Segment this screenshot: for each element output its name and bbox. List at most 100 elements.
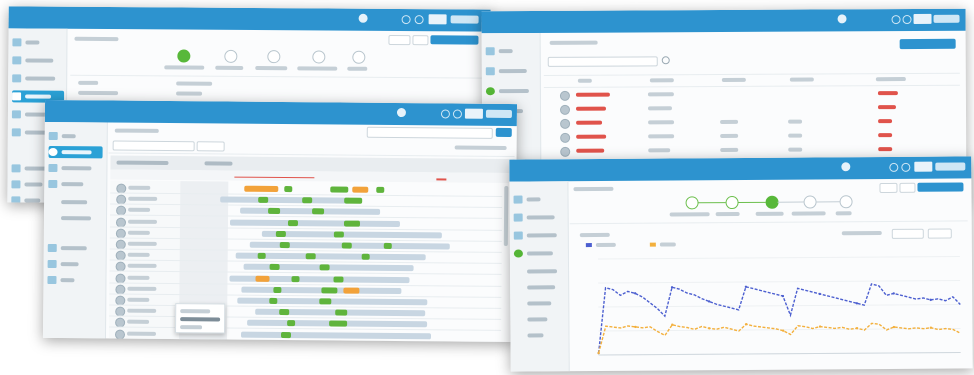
filter-input[interactable] xyxy=(547,56,658,67)
task-green-bar[interactable] xyxy=(321,287,338,294)
record-name[interactable] xyxy=(576,120,603,125)
range-toggle[interactable] xyxy=(891,228,924,239)
sidebar-item[interactable] xyxy=(47,274,101,286)
search-icon[interactable] xyxy=(661,56,670,65)
vertical-scrollbar[interactable] xyxy=(503,185,509,246)
task-green-bar[interactable] xyxy=(319,298,332,305)
task-green-bar[interactable] xyxy=(269,297,278,304)
resource-name[interactable] xyxy=(126,331,157,336)
table-row[interactable] xyxy=(544,129,960,143)
task-green-bar[interactable] xyxy=(269,264,280,271)
sidebar-item[interactable] xyxy=(48,162,102,174)
record-name[interactable] xyxy=(575,92,610,97)
range-dropdown[interactable] xyxy=(927,228,952,239)
sidebar-item[interactable] xyxy=(485,45,536,57)
primary-button[interactable] xyxy=(917,182,964,192)
task-green-bar[interactable] xyxy=(258,196,269,204)
bell-icon[interactable] xyxy=(889,162,899,172)
sidebar-item[interactable] xyxy=(12,36,62,48)
table-row[interactable] xyxy=(544,143,960,157)
task-green-bar[interactable] xyxy=(279,241,290,249)
task-green-bar[interactable] xyxy=(376,186,385,193)
sidebar-item[interactable] xyxy=(12,72,62,84)
task-green-bar[interactable] xyxy=(319,264,330,271)
task-orange-bar[interactable] xyxy=(343,287,360,294)
task-span-bar[interactable] xyxy=(237,297,428,306)
sidebar-item[interactable] xyxy=(513,193,564,205)
resource-name[interactable] xyxy=(127,320,150,325)
record-name[interactable] xyxy=(575,106,607,111)
task-green-bar[interactable] xyxy=(279,309,290,316)
task-orange-bar[interactable] xyxy=(244,185,279,192)
sidebar-item[interactable] xyxy=(514,313,564,325)
task-orange-bar[interactable] xyxy=(255,275,270,282)
primary-button[interactable] xyxy=(495,127,512,138)
sidebar-item-active[interactable] xyxy=(48,145,103,159)
sidebar-item[interactable] xyxy=(48,212,102,224)
resource-name[interactable] xyxy=(127,308,157,314)
sidebar-item[interactable] xyxy=(47,242,102,254)
primary-button[interactable] xyxy=(430,35,479,45)
secondary-button[interactable] xyxy=(412,35,429,46)
task-span-bar[interactable] xyxy=(240,208,381,216)
resource-name[interactable] xyxy=(127,264,157,269)
resource-name[interactable] xyxy=(127,275,150,280)
sidebar-item[interactable] xyxy=(12,54,62,66)
sidebar-item[interactable] xyxy=(48,130,103,142)
resource-name[interactable] xyxy=(127,252,150,258)
task-green-bar[interactable] xyxy=(257,252,266,260)
task-green-bar[interactable] xyxy=(335,309,348,316)
task-green-bar[interactable] xyxy=(341,242,352,249)
sidebar-item-active[interactable] xyxy=(485,85,538,97)
resource-name[interactable] xyxy=(127,219,158,224)
bell-icon[interactable] xyxy=(440,109,450,119)
task-green-bar[interactable] xyxy=(333,276,344,283)
secondary-button[interactable] xyxy=(879,182,898,194)
resource-name[interactable] xyxy=(127,241,157,246)
bell-icon[interactable] xyxy=(891,15,901,25)
user-avatar-icon[interactable] xyxy=(358,13,368,23)
resource-name[interactable] xyxy=(127,297,150,302)
bell-icon[interactable] xyxy=(401,15,411,25)
resource-name[interactable] xyxy=(127,286,157,291)
task-green-bar[interactable] xyxy=(284,186,293,193)
task-orange-bar[interactable] xyxy=(352,186,369,193)
resource-name[interactable] xyxy=(127,230,150,235)
task-green-bar[interactable] xyxy=(273,286,282,293)
user-avatar-icon[interactable] xyxy=(837,14,847,24)
record-name[interactable] xyxy=(576,134,607,139)
primary-button[interactable] xyxy=(899,38,956,50)
sidebar-item[interactable] xyxy=(514,329,564,341)
task-green-bar[interactable] xyxy=(287,219,299,226)
task-green-bar[interactable] xyxy=(330,186,349,193)
task-span-bar[interactable] xyxy=(261,230,442,239)
sidebar-item[interactable] xyxy=(48,178,102,190)
task-green-bar[interactable] xyxy=(305,253,316,260)
user-avatar-icon[interactable] xyxy=(396,108,406,118)
task-green-bar[interactable] xyxy=(344,197,363,204)
date-range-control[interactable] xyxy=(366,126,493,139)
task-green-bar[interactable] xyxy=(383,242,392,249)
resource-name[interactable] xyxy=(128,196,158,202)
sidebar-item[interactable] xyxy=(514,297,564,309)
settings-icon[interactable] xyxy=(901,162,911,172)
task-green-bar[interactable] xyxy=(268,208,281,215)
secondary-button[interactable] xyxy=(899,182,916,193)
task-green-bar[interactable] xyxy=(329,320,348,327)
settings-icon[interactable] xyxy=(452,109,462,119)
sidebar-item-active[interactable] xyxy=(513,247,566,259)
sidebar-item[interactable] xyxy=(514,281,564,293)
task-span-bar[interactable] xyxy=(240,331,432,339)
sidebar-item[interactable] xyxy=(514,265,564,277)
task-green-bar[interactable] xyxy=(291,275,300,282)
task-green-bar[interactable] xyxy=(361,253,370,260)
sidebar-item[interactable] xyxy=(47,258,102,270)
task-span-bar[interactable] xyxy=(220,196,351,204)
sidebar-item[interactable] xyxy=(48,196,102,208)
record-name[interactable] xyxy=(576,148,605,153)
filter-input[interactable] xyxy=(112,140,195,152)
table-row[interactable] xyxy=(544,101,960,115)
resource-name[interactable] xyxy=(128,208,151,213)
task-green-bar[interactable] xyxy=(333,231,344,238)
settings-icon[interactable] xyxy=(902,15,912,25)
